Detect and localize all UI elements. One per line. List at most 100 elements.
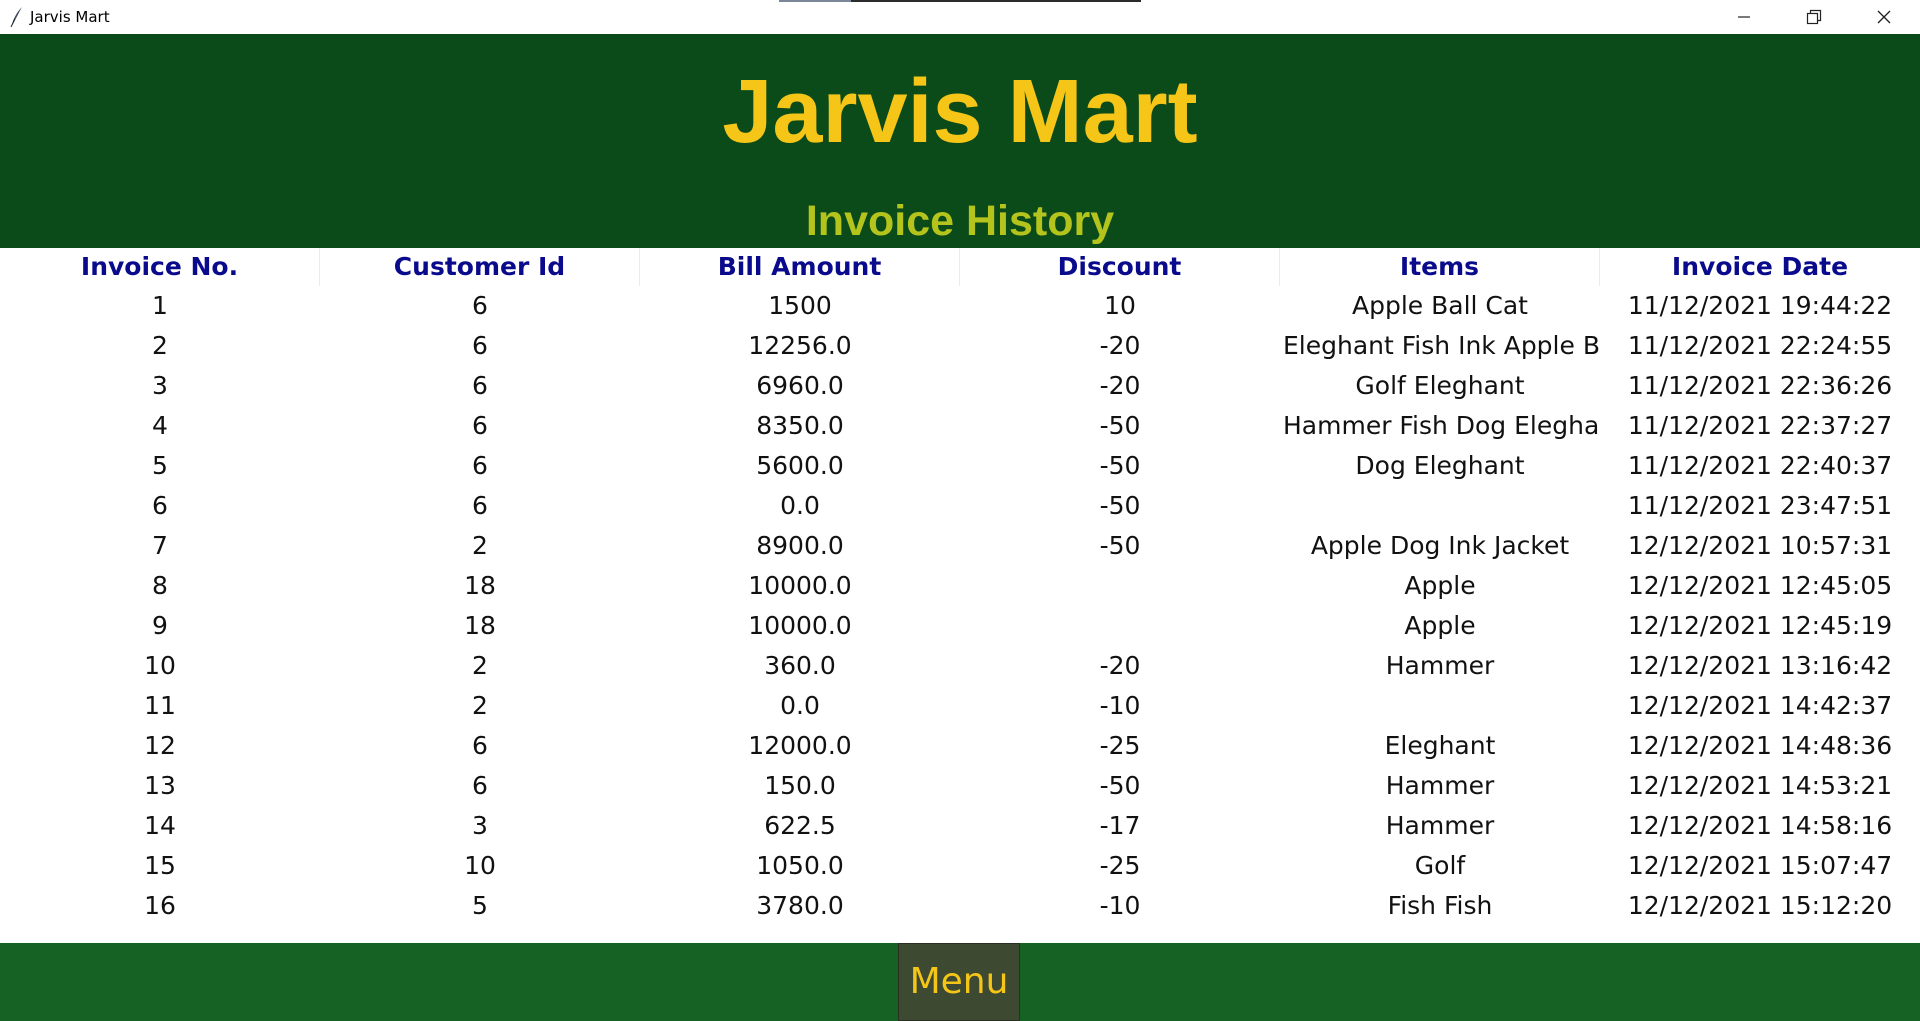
cell-items: Hammer xyxy=(1385,811,1495,840)
cell-invoice-no: 3 xyxy=(152,371,168,400)
minimize-icon xyxy=(1737,10,1751,24)
table-row: 1 6 1500 10 Apple Ball Cat 11/12/2021 19:44:2… xyxy=(0,286,1920,326)
minimize-button[interactable] xyxy=(1709,0,1779,34)
brand-title: Jarvis Mart xyxy=(722,62,1198,162)
cell-customer-id: 6 xyxy=(472,731,488,760)
cell-discount: -50 xyxy=(1099,491,1141,520)
cell-invoice-no: 2 xyxy=(152,331,168,360)
table-row: 5 6 5600.0 -50 Dog Eleghant 11/12/2021 22:40:… xyxy=(0,446,1920,486)
cell-discount xyxy=(960,566,1280,606)
cell-discount: -20 xyxy=(1099,331,1141,360)
restore-button[interactable] xyxy=(1779,0,1849,34)
cell-items: Fish Fish xyxy=(1387,891,1493,920)
column-header-bill-amount: Bill Amount xyxy=(640,248,960,286)
close-icon xyxy=(1876,9,1892,25)
cell-invoice-no: 6 xyxy=(152,491,168,520)
cell-customer-id: 6 xyxy=(472,491,488,520)
cell-invoice-no: 10 xyxy=(144,651,176,680)
table-row: 14 3 622.5 -17 Hammer 12/12/2021 14:58:16 xyxy=(0,806,1920,846)
table-row: 8 18 10000.0 Apple 12/12/2021 12:45:05 xyxy=(0,566,1920,606)
cell-items: Apple Ball Cat xyxy=(1351,291,1528,320)
cell-invoice-no: 5 xyxy=(152,451,168,480)
cell-bill-amount: 150.0 xyxy=(764,771,836,800)
cell-invoice-date: 12/12/2021 14:53:21 xyxy=(1627,771,1893,800)
cell-invoice-no: 12 xyxy=(144,731,176,760)
cell-items: Golf Eleghant xyxy=(1355,371,1525,400)
cell-bill-amount: 12000.0 xyxy=(748,731,852,760)
cell-discount: 10 xyxy=(1104,291,1136,320)
cell-invoice-no: 9 xyxy=(152,611,168,640)
cell-items: Dog Eleghant xyxy=(1355,451,1525,480)
cell-discount: -50 xyxy=(1099,411,1141,440)
cell-discount: -50 xyxy=(1099,531,1141,560)
cell-invoice-date: 12/12/2021 14:48:36 xyxy=(1627,731,1893,760)
cell-invoice-date: 11/12/2021 22:37:27 xyxy=(1627,411,1893,440)
cell-items xyxy=(1280,486,1600,526)
table-row: 9 18 10000.0 Apple 12/12/2021 12:45:19 xyxy=(0,606,1920,646)
cell-bill-amount: 8350.0 xyxy=(756,411,844,440)
cell-discount: -25 xyxy=(1099,731,1141,760)
restore-icon xyxy=(1806,9,1822,25)
menu-button[interactable]: Menu xyxy=(898,943,1020,1021)
cell-invoice-no: 15 xyxy=(144,851,176,880)
cell-items: Apple xyxy=(1404,611,1476,640)
column-header-invoice-date: Invoice Date xyxy=(1671,252,1849,281)
table-row: 12 6 12000.0 -25 Eleghant 12/12/2021 14:48:36 xyxy=(0,726,1920,766)
cell-bill-amount: 5600.0 xyxy=(756,451,844,480)
cell-customer-id: 18 xyxy=(464,611,496,640)
table-row: 6 6 0.0 -50 11/12/2021 23:47:51 xyxy=(0,486,1920,526)
cell-items xyxy=(1280,686,1600,726)
cell-customer-id: 3 xyxy=(472,811,488,840)
column-header-invoice-no: Invoice No. xyxy=(0,248,320,286)
cell-bill-amount: 1050.0 xyxy=(756,851,844,880)
cell-items: Eleghant Fish Ink Apple Ba xyxy=(1283,331,1600,360)
table-row: 13 6 150.0 -50 Hammer 12/12/2021 14:53:21 xyxy=(0,766,1920,806)
cell-invoice-date: 12/12/2021 15:12:20 xyxy=(1627,891,1893,920)
cell-items: Golf xyxy=(1414,851,1466,880)
cell-invoice-date: 12/12/2021 12:45:05 xyxy=(1627,571,1893,600)
table-body: 1 6 1500 10 Apple Ball Cat 11/12/2021 19:44:2… xyxy=(0,286,1920,926)
cell-invoice-no: 14 xyxy=(144,811,176,840)
cell-customer-id: 6 xyxy=(472,291,488,320)
invoice-table: Invoice No. Customer Id Bill Amount Disc… xyxy=(0,248,1920,926)
cell-discount: -25 xyxy=(1099,851,1141,880)
cell-invoice-date: 11/12/2021 23:47:51 xyxy=(1627,491,1893,520)
cell-bill-amount: 10000.0 xyxy=(748,571,852,600)
cell-bill-amount: 10000.0 xyxy=(748,611,852,640)
cell-invoice-no: 8 xyxy=(152,571,168,600)
close-button[interactable] xyxy=(1849,0,1919,34)
cell-customer-id: 6 xyxy=(472,451,488,480)
cell-invoice-no: 16 xyxy=(144,891,176,920)
column-header-discount: Discount xyxy=(960,248,1280,286)
cell-invoice-no: 7 xyxy=(152,531,168,560)
cell-invoice-date: 11/12/2021 22:36:26 xyxy=(1627,371,1893,400)
cell-bill-amount: 360.0 xyxy=(764,651,836,680)
table-row: 3 6 6960.0 -20 Golf Eleghant 11/12/2021 22:36… xyxy=(0,366,1920,406)
cell-bill-amount: 0.0 xyxy=(780,691,820,720)
table-row: 4 6 8350.0 -50 Hammer Fish Dog Eleghar 11/12/… xyxy=(0,406,1920,446)
cell-customer-id: 18 xyxy=(464,571,496,600)
cell-invoice-date: 11/12/2021 22:40:37 xyxy=(1627,451,1893,480)
cell-customer-id: 6 xyxy=(472,331,488,360)
cell-customer-id: 2 xyxy=(472,651,488,680)
column-header-customer-id: Customer Id xyxy=(320,248,640,286)
cell-customer-id: 6 xyxy=(472,411,488,440)
cell-customer-id: 5 xyxy=(472,891,488,920)
cell-invoice-no: 1 xyxy=(152,291,168,320)
window-title: Jarvis Mart xyxy=(30,8,110,26)
cell-invoice-date: 12/12/2021 14:58:16 xyxy=(1627,811,1893,840)
cell-discount xyxy=(960,606,1280,646)
cell-discount: -50 xyxy=(1099,451,1141,480)
cell-invoice-no: 4 xyxy=(152,411,168,440)
cell-bill-amount: 1500 xyxy=(768,291,832,320)
table-row: 2 6 12256.0 -20 Eleghant Fish Ink Apple Ba 11… xyxy=(0,326,1920,366)
cell-items: Eleghant xyxy=(1384,731,1496,760)
feather-icon xyxy=(8,6,24,28)
cell-customer-id: 6 xyxy=(472,371,488,400)
cell-invoice-date: 12/12/2021 10:57:31 xyxy=(1627,531,1893,560)
cell-invoice-date: 12/12/2021 13:16:42 xyxy=(1627,651,1893,680)
cell-bill-amount: 0.0 xyxy=(780,491,820,520)
cell-invoice-date: 12/12/2021 14:42:37 xyxy=(1627,691,1893,720)
table-row: 15 10 1050.0 -25 Golf 12/12/2021 15:07:47 xyxy=(0,846,1920,886)
cell-items: Hammer xyxy=(1385,651,1495,680)
